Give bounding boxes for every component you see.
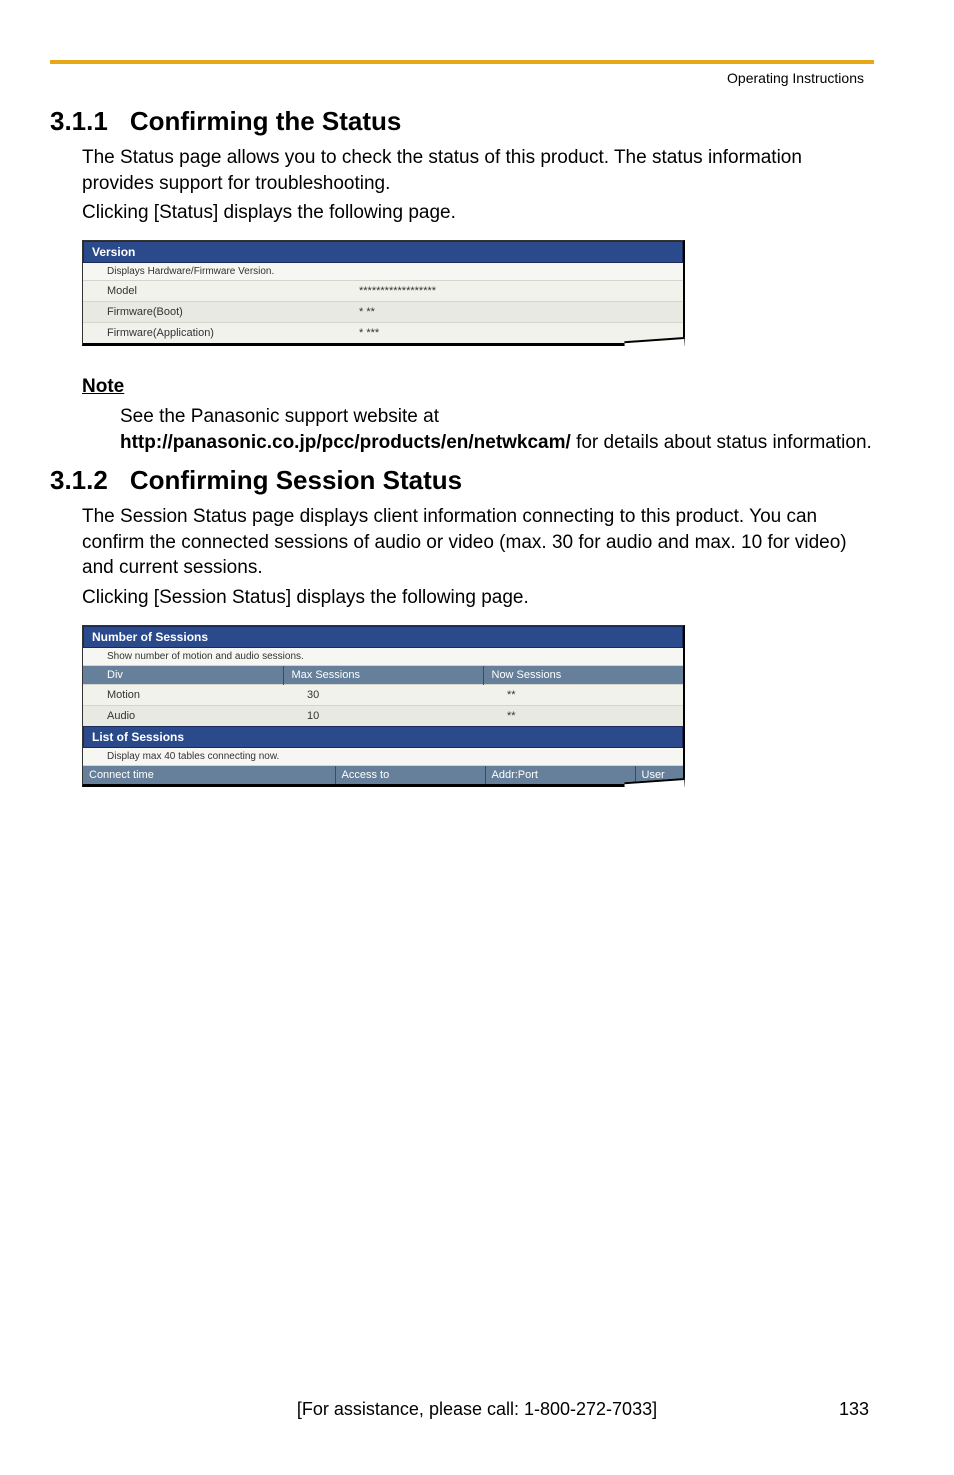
sess-row1-c1: Audio bbox=[83, 705, 283, 726]
version-row1-label: Firmware(Boot) bbox=[83, 301, 335, 322]
note-body: See the Panasonic support website at htt… bbox=[120, 404, 874, 455]
table-header-row: Connect time Access to Addr:Port User bbox=[83, 765, 683, 784]
version-screenshot: Version Displays Hardware/Firmware Versi… bbox=[82, 240, 685, 346]
header-right: Operating Instructions bbox=[50, 70, 874, 86]
version-row0-value: ****************** bbox=[335, 280, 683, 301]
section-311-num: 3.1.1 bbox=[50, 106, 108, 137]
number-sessions-table: Div Max Sessions Now Sessions Motion 30 … bbox=[83, 665, 683, 726]
version-title-bar: Version bbox=[83, 241, 683, 263]
list-sessions-table: Connect time Access to Addr:Port User bbox=[83, 765, 683, 784]
section-311-title: Confirming the Status bbox=[130, 106, 402, 136]
note-url: http://panasonic.co.jp/pcc/products/en/n… bbox=[120, 432, 571, 453]
table-row: Firmware(Boot) * ** bbox=[83, 301, 683, 322]
list-sessions-title: List of Sessions bbox=[83, 726, 683, 748]
section-311-p2: Clicking [Status] displays the following… bbox=[82, 200, 874, 226]
hdr-div: Div bbox=[83, 665, 283, 684]
footer-center: [For assistance, please call: 1-800-272-… bbox=[0, 1399, 954, 1420]
version-table: Model ****************** Firmware(Boot) … bbox=[83, 280, 683, 343]
table-row: Firmware(Application) * *** bbox=[83, 322, 683, 343]
section-312-title: Confirming Session Status bbox=[130, 465, 462, 495]
hdr2-c1: Connect time bbox=[83, 765, 335, 784]
hdr2-c4: User bbox=[635, 765, 683, 784]
sess-row0-c2: 30 bbox=[283, 684, 483, 705]
section-311-heading: 3.1.1 Confirming the Status bbox=[50, 106, 874, 137]
hdr2-c3: Addr:Port bbox=[485, 765, 635, 784]
number-sessions-desc: Show number of motion and audio sessions… bbox=[83, 648, 683, 665]
version-row2-label: Firmware(Application) bbox=[83, 322, 335, 343]
section-312-p1: The Session Status page displays client … bbox=[82, 504, 874, 581]
section-311-p1: The Status page allows you to check the … bbox=[82, 145, 874, 196]
note-pre: See the Panasonic support website at bbox=[120, 406, 439, 427]
number-sessions-title: Number of Sessions bbox=[83, 626, 683, 648]
table-row: Motion 30 ** bbox=[83, 684, 683, 705]
section-312-num: 3.1.2 bbox=[50, 465, 108, 496]
sess-row1-c3: ** bbox=[483, 705, 683, 726]
hdr-now: Now Sessions bbox=[483, 665, 683, 684]
table-row: Audio 10 ** bbox=[83, 705, 683, 726]
sess-row0-c1: Motion bbox=[83, 684, 283, 705]
hdr2-c2: Access to bbox=[335, 765, 485, 784]
section-312-heading: 3.1.2 Confirming Session Status bbox=[50, 465, 874, 496]
table-header-row: Div Max Sessions Now Sessions bbox=[83, 665, 683, 684]
list-sessions-desc: Display max 40 tables connecting now. bbox=[83, 748, 683, 765]
sess-row0-c3: ** bbox=[483, 684, 683, 705]
note-heading: Note bbox=[82, 376, 874, 398]
page-number: 133 bbox=[839, 1399, 869, 1420]
version-row2-value: * *** bbox=[335, 322, 683, 343]
table-row: Model ****************** bbox=[83, 280, 683, 301]
section-312-p2: Clicking [Session Status] displays the f… bbox=[82, 585, 874, 611]
version-row0-label: Model bbox=[83, 280, 335, 301]
note-post: for details about status information. bbox=[571, 432, 872, 453]
sessions-screenshot: Number of Sessions Show number of motion… bbox=[82, 625, 685, 787]
version-desc: Displays Hardware/Firmware Version. bbox=[83, 263, 683, 280]
hdr-max: Max Sessions bbox=[283, 665, 483, 684]
version-row1-value: * ** bbox=[335, 301, 683, 322]
sess-row1-c2: 10 bbox=[283, 705, 483, 726]
